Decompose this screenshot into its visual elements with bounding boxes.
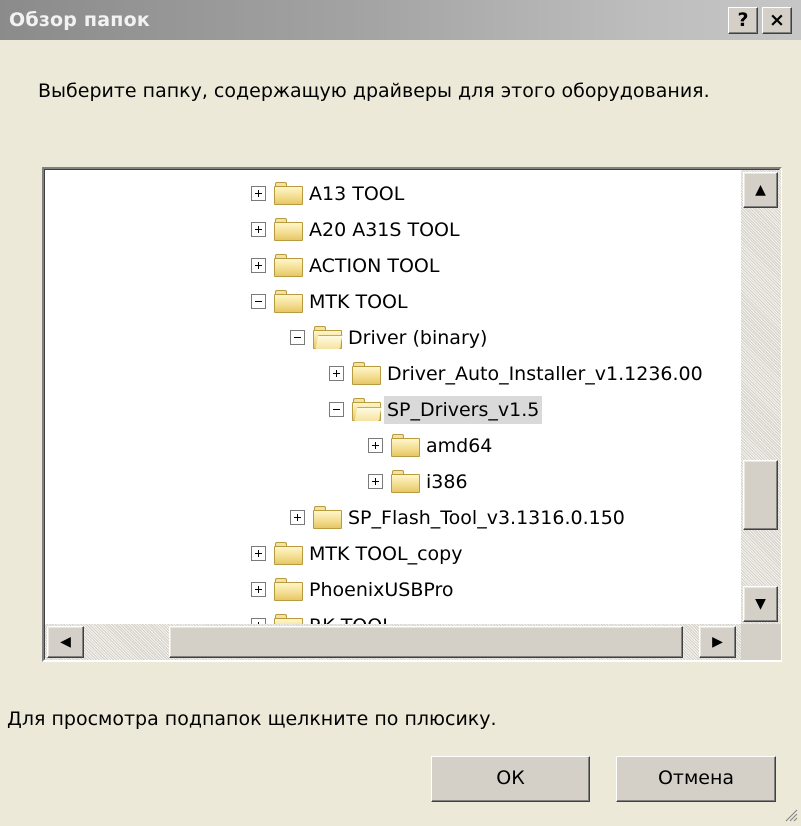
tree-item-label[interactable]: A13 TOOL — [306, 180, 407, 208]
tree-item-label[interactable]: RK TOOL — [306, 612, 396, 624]
folder-tree-frame: A13 TOOL A20 A31S TOOL ACTION TOOL MTK TOOL… — [42, 167, 782, 662]
expand-plus-icon[interactable] — [251, 582, 266, 597]
tree-item[interactable]: MTK TOOL — [45, 284, 741, 320]
vertical-scroll-thumb[interactable] — [743, 460, 778, 530]
vertical-scrollbar[interactable]: ▲ ▼ — [741, 170, 781, 624]
folder-icon — [391, 434, 420, 457]
scrollbar-corner — [741, 624, 781, 660]
tree-item[interactable]: SP_Flash_Tool_v3.1316.0.150 — [45, 500, 741, 536]
resize-grip-icon[interactable] — [784, 808, 798, 822]
collapse-minus-icon[interactable] — [290, 330, 305, 345]
tree-item[interactable]: PhoenixUSBPro — [45, 572, 741, 608]
tree-item[interactable]: amd64 — [45, 428, 741, 464]
title-bar[interactable]: Обзор папок ? × — [0, 0, 801, 40]
horizontal-scroll-thumb[interactable] — [169, 626, 683, 658]
tree-item[interactable]: A20 A31S TOOL — [45, 212, 741, 248]
tree-item[interactable]: MTK TOOL_copy — [45, 536, 741, 572]
tree-item[interactable]: SP_Drivers_v1.5 — [45, 392, 741, 428]
folder-icon — [274, 542, 303, 565]
expand-plus-icon[interactable] — [251, 546, 266, 561]
folder-icon — [391, 470, 420, 493]
collapse-minus-icon[interactable] — [251, 294, 266, 309]
close-button[interactable]: × — [762, 7, 792, 34]
collapse-minus-icon[interactable] — [329, 402, 344, 417]
tree-item[interactable]: A13 TOOL — [45, 176, 741, 212]
tree-item-label[interactable]: MTK TOOL — [306, 288, 411, 316]
folder-icon — [274, 182, 303, 205]
tree-item-label[interactable]: i386 — [423, 468, 471, 496]
scroll-down-button[interactable]: ▼ — [743, 586, 778, 622]
tree-item-label[interactable]: SP_Drivers_v1.5 — [384, 396, 543, 424]
tree-item[interactable]: ACTION TOOL — [45, 248, 741, 284]
cancel-button[interactable]: Отмена — [616, 756, 776, 802]
expand-plus-icon[interactable] — [368, 438, 383, 453]
hint-text: Для просмотра подпапок щелкните по плюси… — [7, 708, 497, 730]
tree-item[interactable]: Driver_Auto_Installer_v1.1236.00 — [45, 356, 741, 392]
window-title: Обзор папок — [9, 9, 150, 31]
scroll-up-button[interactable]: ▲ — [743, 172, 778, 208]
ok-button[interactable]: ОК — [431, 756, 590, 802]
expand-plus-icon[interactable] — [329, 366, 344, 381]
tree-item[interactable]: Driver (binary) — [45, 320, 741, 356]
folder-open-icon — [313, 326, 342, 349]
tree-item-label[interactable]: SP_Flash_Tool_v3.1316.0.150 — [345, 504, 628, 532]
tree-item-label[interactable]: amd64 — [423, 432, 495, 460]
tree-item-label[interactable]: PhoenixUSBPro — [306, 576, 457, 604]
folder-icon — [274, 254, 303, 277]
horizontal-scrollbar[interactable]: ◀ ▶ — [45, 624, 741, 660]
folder-icon — [313, 506, 342, 529]
folder-icon — [274, 614, 303, 624]
folder-icon — [274, 290, 303, 313]
tree-item-label[interactable]: MTK TOOL_copy — [306, 540, 465, 568]
expand-plus-icon[interactable] — [368, 474, 383, 489]
folder-icon — [274, 218, 303, 241]
scroll-left-button[interactable]: ◀ — [47, 626, 84, 658]
folder-icon — [274, 578, 303, 601]
expand-plus-icon[interactable] — [251, 222, 266, 237]
folder-tree[interactable]: A13 TOOL A20 A31S TOOL ACTION TOOL MTK TOOL… — [45, 170, 741, 624]
help-button[interactable]: ? — [728, 7, 758, 34]
instruction-text: Выберите папку, содержащую драйверы для … — [38, 80, 710, 102]
tree-item-label[interactable]: Driver_Auto_Installer_v1.1236.00 — [384, 360, 706, 388]
tree-item-label[interactable]: A20 A31S TOOL — [306, 216, 463, 244]
tree-item[interactable]: RK TOOL — [45, 608, 741, 624]
expand-plus-icon[interactable] — [290, 510, 305, 525]
tree-item[interactable]: i386 — [45, 464, 741, 500]
expand-plus-icon[interactable] — [251, 258, 266, 273]
folder-icon — [352, 362, 381, 385]
expand-plus-icon[interactable] — [251, 186, 266, 201]
folder-open-icon — [352, 398, 381, 421]
tree-item-label[interactable]: ACTION TOOL — [306, 252, 442, 280]
tree-item-label[interactable]: Driver (binary) — [345, 324, 490, 352]
scroll-right-button[interactable]: ▶ — [699, 626, 736, 658]
